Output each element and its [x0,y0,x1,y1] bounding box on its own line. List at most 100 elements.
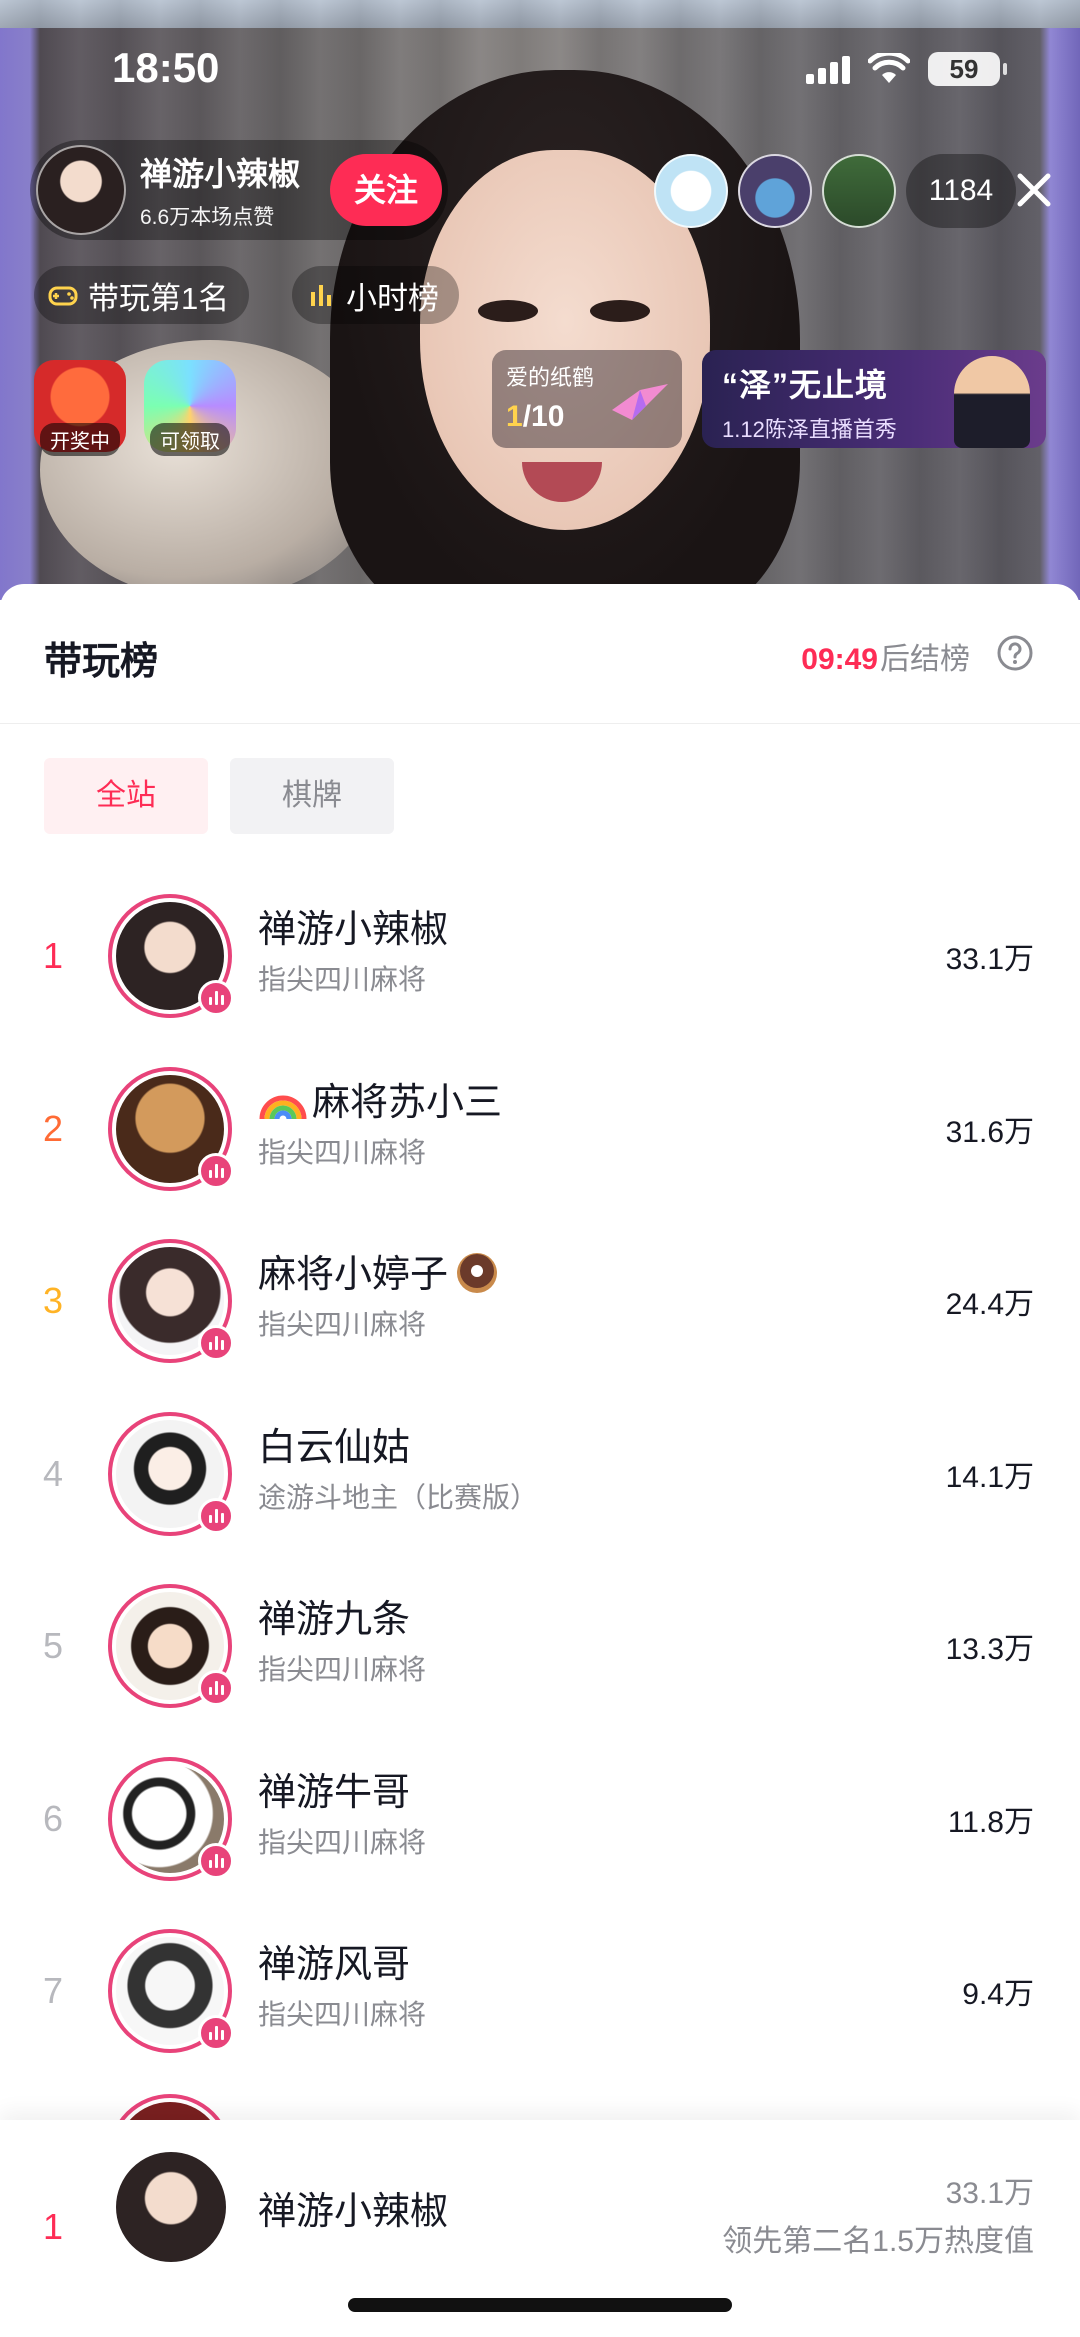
claim-widget-label: 可领取 [150,423,230,456]
live-badge-icon [198,2015,234,2052]
category-tabs: 全站 棋牌 [44,758,394,834]
streamer-avatar[interactable] [108,1411,234,1536]
live-badge-icon [198,1842,234,1879]
host-info-pill[interactable]: 禅游小辣椒 6.6万本场点赞 关注 [30,140,448,240]
heat-score: 9.4万 [962,1978,1034,2012]
game-name: 指尖四川麻将 [258,1136,427,1168]
heat-score: 14.1万 [945,1460,1034,1494]
streamer-avatar[interactable] [108,1929,234,2054]
streamer-name-text: 麻将小婷子 [258,1254,449,1296]
live-badge-icon [198,1325,234,1362]
hourly-chip-label: 小时榜 [346,280,439,316]
self-avatar[interactable] [116,2152,226,2262]
streamer-avatar[interactable] [108,894,234,1019]
game-name: 指尖四川麻将 [258,1309,427,1340]
rank-number: 5 [42,1625,64,1667]
rank-number: 2 [42,1107,64,1149]
live-badge-icon [198,980,234,1017]
ranking-row[interactable]: 5 禅游九条 指尖四川麻将 13.3万 [0,1560,1080,1733]
streamer-avatar[interactable] [108,1066,234,1191]
paper-crane-card[interactable]: 爱的纸鹤 1/10 [492,350,682,448]
streamer-avatar[interactable] [108,1756,234,1881]
self-score: 33.1万 [945,2177,1034,2210]
game-name: 指尖四川麻将 [258,1654,427,1685]
lottery-widget-label: 开奖中 [40,423,120,456]
ranking-row[interactable]: 1 禅游小辣椒 指尖四川麻将 33.1万 [0,870,1080,1043]
ranking-row[interactable]: 7 禅游风哥 指尖四川麻将 9.4万 [0,1905,1080,2078]
streamer-eye-right [590,300,650,322]
host-name: 禅游小辣椒 [140,156,301,192]
game-name: 指尖四川麻将 [258,1826,427,1858]
live-badge-icon [198,1497,234,1534]
close-icon[interactable] [1014,170,1054,210]
tab-all-site[interactable]: 全站 [44,758,208,834]
ranking-list: 1 禅游小辣椒 指尖四川麻将 33.1万 2 麻将苏小三 指尖四川麻将 31.6… [0,870,1080,2138]
viewer-avatar[interactable] [822,154,896,228]
heat-score: 13.3万 [945,1633,1034,1667]
rank-number: 3 [42,1280,64,1322]
claim-widget[interactable]: 可领取 [144,360,236,456]
help-icon[interactable] [996,634,1034,672]
heat-score: 24.4万 [945,1288,1034,1322]
self-lead-text: 领先第二名1.5万热度值 [722,2225,1034,2258]
streamer-eye-left [478,300,538,322]
game-name: 指尖四川麻将 [258,1999,427,2030]
sheet-title: 带玩榜 [44,641,159,683]
rank-number: 1 [42,935,64,977]
rank-number: 7 [42,1970,64,2012]
streamer-name: 禅游牛哥 [258,1771,411,1814]
wifi-icon [868,53,910,83]
signal-icon [806,54,850,84]
heat-score: 33.1万 [945,943,1034,977]
promo-person-image [954,356,1030,448]
viewer-avatar[interactable] [654,154,728,228]
streamer-name: 禅游小辣椒 [258,909,449,951]
streamer-name: 麻将小婷子 [258,1243,500,1298]
viewer-count[interactable]: 1184 [906,154,1016,228]
status-time: 18:50 [112,44,220,91]
lottery-widget[interactable]: 开奖中 [34,360,126,456]
battery-indicator: 59 [928,52,1007,86]
sheet-header: 带玩榜 09:49后结榜 [0,584,1080,724]
ranking-row[interactable]: 4 白云仙姑 途游斗地主（比赛版） 14.1万 [0,1388,1080,1561]
hourly-chip[interactable]: 小时榜 [292,266,459,324]
ranking-row[interactable]: 3 麻将小婷子 指尖四川麻将 24.4万 [0,1215,1080,1388]
rank-chip-label: 带玩第1名 [88,280,230,316]
rank-chip[interactable]: 带玩第1名 [34,266,250,324]
heat-score: 11.8万 [947,1805,1034,1839]
bar-chart-icon [311,285,331,306]
tab-chess-card[interactable]: 棋牌 [230,758,394,834]
viewer-avatar[interactable] [738,154,812,228]
host-avatar[interactable] [36,145,126,235]
heat-score: 31.6万 [945,1115,1034,1149]
game-name: 途游斗地主（比赛版） [258,1481,539,1513]
streamer-avatar[interactable] [108,1584,234,1709]
ranking-row[interactable]: 2 麻将苏小三 指尖四川麻将 31.6万 [0,1043,1080,1216]
live-badge-icon [198,1670,234,1707]
game-name: 指尖四川麻将 [258,964,427,995]
rainbow-icon [259,1095,307,1119]
live-badge-icon [198,1152,234,1189]
ranking-row[interactable]: 6 禅游牛哥 指尖四川麻将 11.8万 [0,1733,1080,1906]
status-icons: 59 [806,52,1007,86]
streamer-name: 禅游风哥 [258,1944,411,1986]
streamer-name: 白云仙姑 [258,1426,411,1469]
host-likes: 6.6万本场点赞 [140,206,275,229]
self-name: 禅游小辣椒 [258,2191,449,2233]
countdown: 09:49后结榜 [801,643,970,676]
top-viewers: 1184 [654,154,1016,228]
follow-button[interactable]: 关注 [330,154,442,226]
streamer-name: 麻将苏小三 [258,1071,502,1126]
rank-number: 6 [42,1797,64,1839]
paper-crane-icon [612,384,668,420]
home-indicator[interactable] [348,2298,732,2312]
streamer-name-text: 麻将苏小三 [312,1081,503,1124]
streamer-name: 禅游九条 [258,1599,411,1641]
gamepad-icon [48,286,78,306]
ranking-sheet: 带玩榜 09:49后结榜 全站 棋牌 1 禅游小辣椒 指尖四川麻将 33.1万 … [0,584,1080,2337]
self-rank-number: 1 [42,2206,64,2247]
rank-number: 4 [42,1452,64,1494]
donut-icon [457,1253,498,1293]
promo-banner[interactable]: “泽”无止境 1.12陈泽直播首秀 [702,350,1046,448]
streamer-avatar[interactable] [108,1239,234,1364]
